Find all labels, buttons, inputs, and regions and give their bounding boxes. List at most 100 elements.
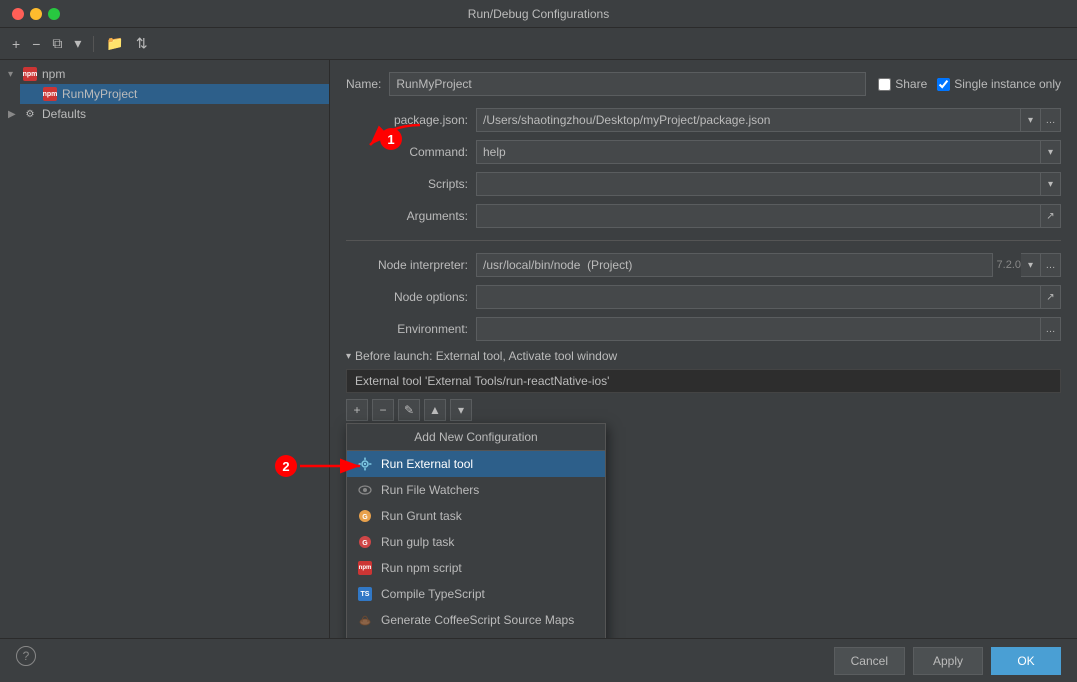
node-interpreter-input[interactable] — [476, 253, 993, 277]
command-input[interactable] — [476, 140, 1041, 164]
command-row: Command: ▾ — [346, 140, 1061, 164]
section-separator — [346, 240, 1061, 241]
package-json-dropdown[interactable]: ▾ — [1021, 108, 1041, 132]
menu-item-run-file-watchers-label: Run File Watchers — [381, 483, 479, 497]
node-interpreter-dropdown[interactable]: ▾ — [1021, 253, 1041, 277]
menu-item-run-gulp-task[interactable]: G Run gulp task — [347, 529, 605, 555]
package-json-input[interactable] — [476, 108, 1021, 132]
toolbar-separator — [93, 36, 94, 52]
tree-children-npm: npm RunMyProject — [0, 84, 329, 104]
menu-item-run-remote-external-tool[interactable]: Run Remote External tool — [347, 633, 605, 638]
package-json-input-wrap: ▾ … — [476, 108, 1061, 132]
name-input[interactable] — [389, 72, 866, 96]
node-options-input[interactable] — [476, 285, 1041, 309]
right-panel: Name: Share Single instance only package… — [330, 60, 1077, 638]
before-launch-arrow: ▾ — [346, 351, 351, 362]
menu-item-compile-typescript-label: Compile TypeScript — [381, 587, 485, 601]
environment-row: Environment: … — [346, 317, 1061, 341]
apply-button[interactable]: Apply — [913, 647, 983, 675]
ok-button[interactable]: OK — [991, 647, 1061, 675]
arguments-extra-btn[interactable]: ↗ — [1041, 204, 1061, 228]
dropdown-arrow-button[interactable]: ▾ — [70, 33, 85, 54]
dropdown-menu-header: Add New Configuration — [347, 424, 605, 451]
menu-item-run-file-watchers[interactable]: Run File Watchers — [347, 477, 605, 503]
window-controls[interactable] — [12, 8, 60, 20]
tree-arrow-defaults: ▶ — [8, 109, 20, 120]
single-instance-checkbox-label[interactable]: Single instance only — [937, 77, 1061, 91]
environment-input[interactable] — [476, 317, 1041, 341]
scripts-input[interactable] — [476, 172, 1041, 196]
move-up-before-launch-button[interactable]: ▲ — [424, 399, 446, 421]
maximize-button[interactable] — [48, 8, 60, 20]
tree-item-npm[interactable]: ▾ npm npm — [0, 64, 329, 84]
tree-arrow-npm: ▾ — [8, 69, 20, 80]
config-toolbar: + − ⧉ ▾ 📁 ⇅ — [0, 28, 1077, 60]
menu-item-run-external-tool-label: Run External tool — [381, 457, 473, 471]
coffee-icon — [357, 612, 373, 628]
eye-icon — [357, 482, 373, 498]
bottom-bar: Cancel Apply OK — [0, 638, 1077, 682]
close-button[interactable] — [12, 8, 24, 20]
scripts-dropdown[interactable]: ▾ — [1041, 172, 1061, 196]
folder-button[interactable]: 📁 — [102, 33, 127, 54]
tree-label-defaults: Defaults — [42, 107, 86, 121]
menu-item-compile-typescript[interactable]: TS Compile TypeScript — [347, 581, 605, 607]
npm-icon: npm — [357, 560, 373, 576]
menu-item-generate-coffeescript-label: Generate CoffeeScript Source Maps — [381, 613, 574, 627]
window-title: Run/Debug Configurations — [468, 7, 609, 21]
remove-config-button[interactable]: − — [28, 34, 44, 54]
menu-item-run-grunt-task[interactable]: G Run Grunt task — [347, 503, 605, 529]
command-label: Command: — [346, 145, 476, 159]
config-tree: ▾ npm npm npm RunMyProject — [0, 60, 329, 638]
mini-toolbar: + Add New Configuration — [346, 399, 1061, 421]
menu-item-generate-coffeescript[interactable]: Generate CoffeeScript Source Maps — [347, 607, 605, 633]
minimize-button[interactable] — [30, 8, 42, 20]
before-launch-section: ▾ Before launch: External tool, Activate… — [346, 349, 1061, 421]
add-before-launch-container: + Add New Configuration — [346, 399, 368, 421]
arguments-label: Arguments: — [346, 209, 476, 223]
arguments-input-wrap: ↗ — [476, 204, 1061, 228]
node-interpreter-extra-btn[interactable]: … — [1041, 253, 1061, 277]
edit-before-launch-button[interactable]: ✎ — [398, 399, 420, 421]
tree-label-runmyproject: RunMyProject — [62, 87, 137, 101]
package-json-extra-btn[interactable]: … — [1041, 108, 1061, 132]
name-label: Name: — [346, 77, 381, 91]
package-json-label: package.json: — [346, 113, 476, 127]
scripts-label: Scripts: — [346, 177, 476, 191]
add-before-launch-button[interactable]: + — [346, 399, 368, 421]
gulp-icon: G — [357, 534, 373, 550]
menu-item-run-npm-script-label: Run npm script — [381, 561, 462, 575]
sort-button[interactable]: ⇅ — [132, 33, 152, 54]
node-options-extra-btn[interactable]: ↗ — [1041, 285, 1061, 309]
node-version-badge: 7.2.0 — [997, 259, 1021, 271]
cancel-button[interactable]: Cancel — [834, 647, 905, 675]
menu-item-run-npm-script[interactable]: npm Run npm script — [347, 555, 605, 581]
environment-input-wrap: … — [476, 317, 1061, 341]
add-config-button[interactable]: + — [8, 34, 24, 54]
main-container: + − ⧉ ▾ 📁 ⇅ ▾ npm npm — [0, 28, 1077, 682]
package-json-row: package.json: ▾ … — [346, 108, 1061, 132]
menu-item-run-external-tool[interactable]: Run External tool — [347, 451, 605, 477]
scripts-row: Scripts: ▾ — [346, 172, 1061, 196]
tree-item-defaults[interactable]: ▶ ⚙ Defaults — [0, 104, 329, 124]
share-checkbox-label[interactable]: Share — [878, 77, 927, 91]
arguments-input[interactable] — [476, 204, 1041, 228]
grunt-icon: G — [357, 508, 373, 524]
environment-extra-btn[interactable]: … — [1041, 317, 1061, 341]
name-row: Name: Share Single instance only — [346, 72, 1061, 96]
single-instance-checkbox[interactable] — [937, 78, 950, 91]
menu-item-run-grunt-task-label: Run Grunt task — [381, 509, 462, 523]
command-input-wrap: ▾ — [476, 140, 1061, 164]
menu-item-run-gulp-task-label: Run gulp task — [381, 535, 454, 549]
move-down-before-launch-button[interactable]: ▾ — [450, 399, 472, 421]
share-checkbox[interactable] — [878, 78, 891, 91]
tree-item-runmyproject[interactable]: npm RunMyProject — [20, 84, 329, 104]
copy-config-button[interactable]: ⧉ — [48, 33, 66, 54]
command-dropdown[interactable]: ▾ — [1041, 140, 1061, 164]
before-launch-title: Before launch: External tool, Activate t… — [355, 349, 617, 363]
before-launch-header: ▾ Before launch: External tool, Activate… — [346, 349, 1061, 363]
remove-before-launch-button[interactable]: − — [372, 399, 394, 421]
dropdown-menu: Add New Configuration — [346, 423, 606, 638]
title-bar: Run/Debug Configurations — [0, 0, 1077, 28]
defaults-icon: ⚙ — [22, 106, 38, 122]
